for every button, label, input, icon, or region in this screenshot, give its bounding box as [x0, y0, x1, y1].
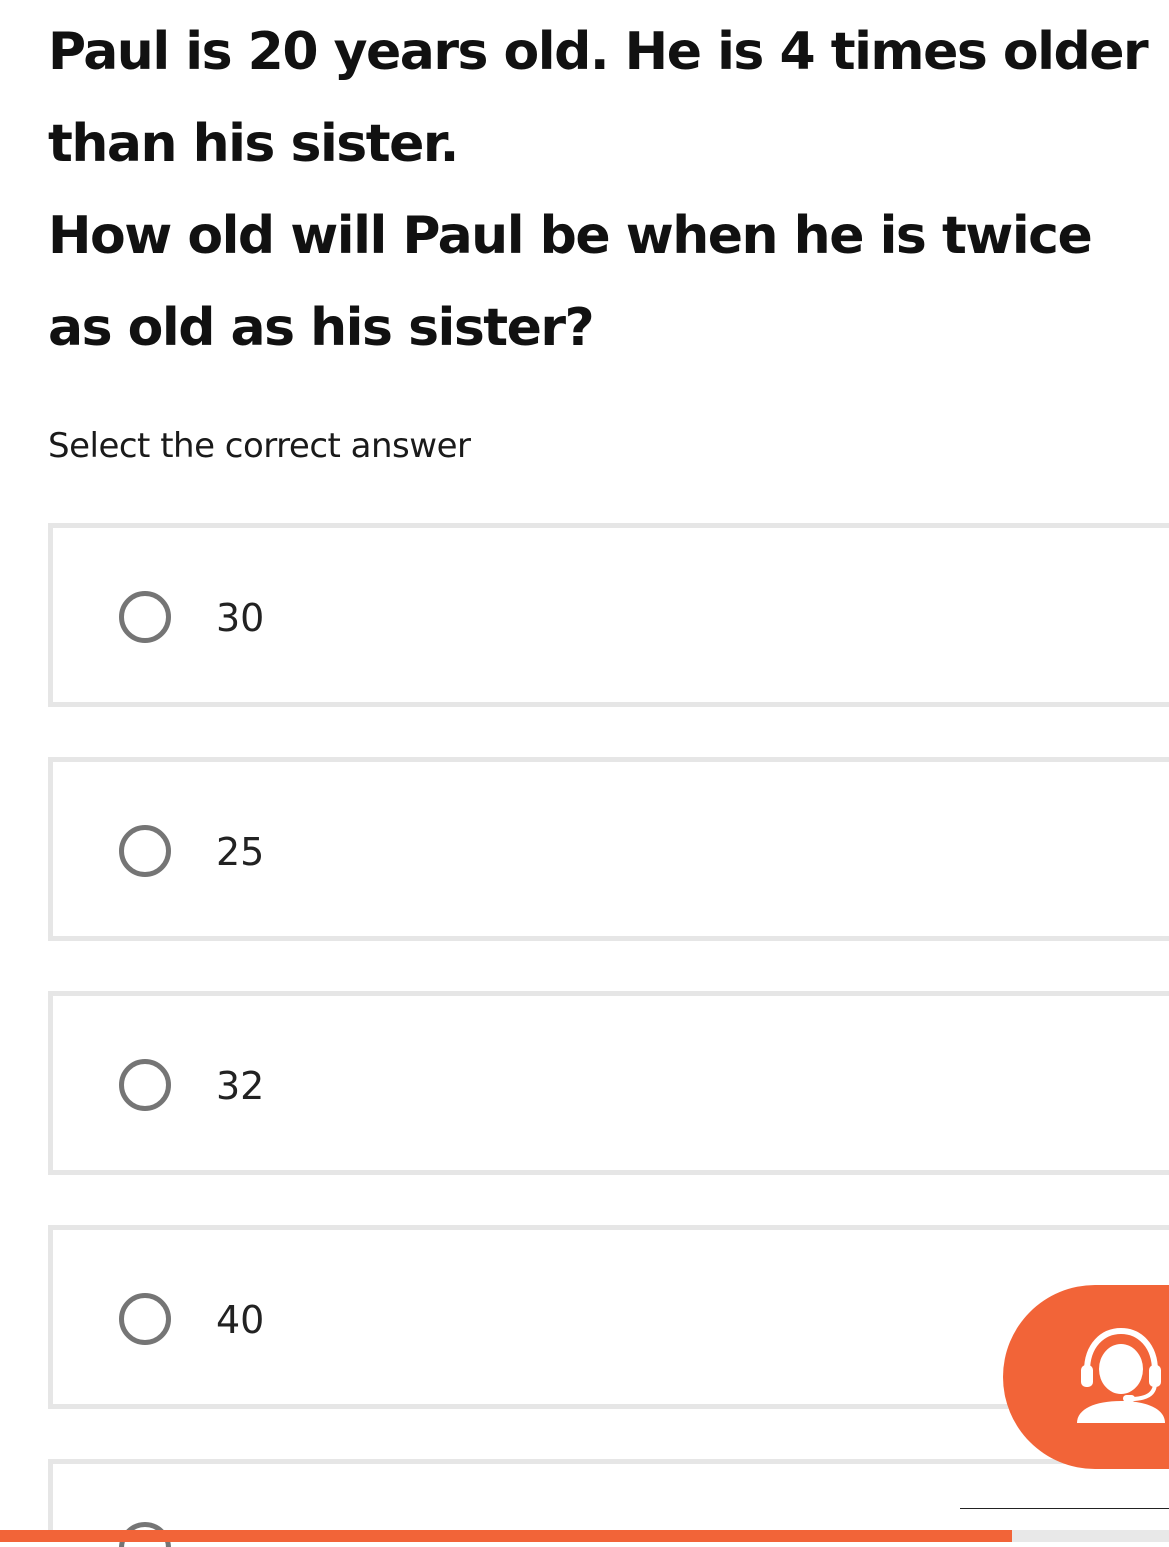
answer-option-label: 32 — [216, 1064, 265, 1108]
answer-option-label: 25 — [216, 830, 265, 874]
question-line-1: Paul is 20 years old. He is 4 times olde… — [48, 22, 1149, 174]
progress-bar — [0, 1530, 1169, 1542]
question-text: Paul is 20 years old. He is 4 times olde… — [48, 6, 1158, 374]
answer-option-3[interactable]: 32 — [48, 991, 1169, 1175]
support-chat-button[interactable] — [1003, 1285, 1169, 1469]
progress-bar-fill — [0, 1530, 1013, 1542]
question-line-2: How old will Paul be when he is twice as… — [48, 206, 1093, 358]
radio-button-icon[interactable] — [119, 591, 171, 643]
instruction-text: Select the correct answer — [48, 426, 471, 466]
answer-option-label: 30 — [216, 596, 265, 640]
radio-button-icon[interactable] — [119, 1293, 171, 1345]
radio-button-icon[interactable] — [119, 1059, 171, 1111]
answer-option-label: 40 — [216, 1298, 265, 1342]
answer-option-5-partial[interactable] — [48, 1459, 1169, 1547]
radio-button-icon[interactable] — [119, 825, 171, 877]
divider-line — [960, 1508, 1169, 1509]
answer-option-1[interactable]: 30 — [48, 523, 1169, 707]
answer-option-2[interactable]: 25 — [48, 757, 1169, 941]
headset-support-icon — [1077, 1327, 1165, 1423]
answer-option-4[interactable]: 40 — [48, 1225, 1169, 1409]
